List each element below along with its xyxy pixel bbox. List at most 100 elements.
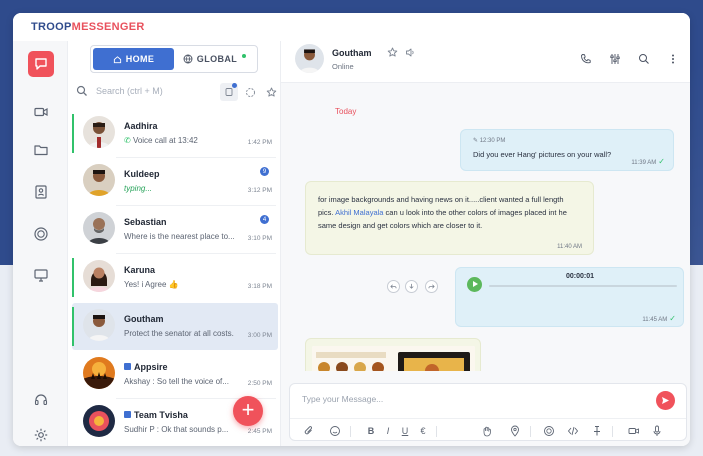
channel-icon xyxy=(34,227,48,241)
sticker-button[interactable] xyxy=(480,424,494,438)
rail-files-button[interactable] xyxy=(28,137,54,163)
rail-settings-button[interactable] xyxy=(28,422,54,446)
pin-button[interactable] xyxy=(590,424,604,438)
online-bar xyxy=(72,307,74,346)
contact-preview: typing... xyxy=(124,184,153,193)
image-message-bubble[interactable] xyxy=(305,338,481,371)
underline-button[interactable]: U xyxy=(398,424,412,438)
contact-item-sebastian[interactable]: Sebastian Where is the nearest place to.… xyxy=(72,206,278,253)
message-bubble-outgoing[interactable]: ✎ 12:30 PM Did you ever Hang' pictures o… xyxy=(460,129,674,171)
contact-name: Appsire xyxy=(124,362,168,372)
unread-badge: 4 xyxy=(260,215,269,224)
emoji-button[interactable] xyxy=(328,424,342,438)
star-icon xyxy=(266,87,276,97)
audio-progress-track[interactable] xyxy=(489,285,677,287)
contact-item-karuna[interactable]: Karuna Yes! i Agree 👍 3:18 PM xyxy=(72,254,278,301)
video-message-button[interactable] xyxy=(627,424,641,438)
location-pin-icon xyxy=(511,425,519,437)
recent-filter-button[interactable] xyxy=(241,83,259,101)
sliders-icon xyxy=(610,54,620,64)
call-button[interactable] xyxy=(577,50,595,68)
contact-name: Aadhira xyxy=(124,121,158,131)
online-dot xyxy=(242,54,247,58)
divider xyxy=(290,418,686,419)
reply-button[interactable] xyxy=(387,280,400,293)
headset-icon xyxy=(34,394,48,406)
contact-item-kuldeep[interactable]: Kuldeep typing... 9 3:12 PM xyxy=(72,158,278,205)
chat-title[interactable]: Goutham xyxy=(332,48,372,58)
online-bar xyxy=(72,258,74,297)
avatar xyxy=(83,164,115,196)
contact-name: Karuna xyxy=(124,265,156,275)
favorite-star-icon[interactable] xyxy=(387,47,398,58)
chat-status: Online xyxy=(332,62,354,71)
message-list: Today ✎ 12:30 PM Did you ever Hang' pict… xyxy=(281,83,690,371)
audio-message-bubble[interactable]: 00:00:01 11:45 AM ✓ xyxy=(455,267,684,327)
tab-global[interactable]: GLOBAL xyxy=(174,48,255,70)
message-text: for image backgrounds and having news on… xyxy=(318,195,567,230)
mention-button[interactable] xyxy=(542,424,556,438)
message-time: 11:40 AM xyxy=(557,244,582,250)
contact-item-aadhira[interactable]: Aadhira ✆ Voice call at 13:42 1:42 PM xyxy=(72,110,278,157)
divider xyxy=(436,426,437,437)
tab-home-label: HOME xyxy=(125,54,155,64)
rail-channels-button[interactable] xyxy=(28,221,54,247)
app-window: TROOPMESSENGER HOME GLOBAL Search (ctrl … xyxy=(13,13,690,446)
rail-contacts-button[interactable] xyxy=(28,179,54,205)
shared-image[interactable] xyxy=(312,346,475,371)
contact-time: 2:45 PM xyxy=(247,428,272,435)
chat-avatar[interactable] xyxy=(295,44,324,73)
hand-icon xyxy=(483,426,491,437)
chat-search-button[interactable] xyxy=(635,50,653,68)
app-logo: TROOPMESSENGER xyxy=(31,21,145,33)
message-composer: Type your Message... B I U € xyxy=(289,383,687,441)
search-bar[interactable]: Search (ctrl + M) xyxy=(74,81,280,103)
mute-icon[interactable] xyxy=(405,47,416,58)
chat-header: Goutham Online xyxy=(281,41,690,83)
location-button[interactable] xyxy=(508,424,522,438)
message-bubble-incoming[interactable]: for image backgrounds and having news on… xyxy=(305,181,594,255)
circle-icon xyxy=(544,426,554,436)
settings-icon xyxy=(34,428,48,442)
new-chat-button[interactable]: + xyxy=(233,396,263,426)
message-time: 11:39 AM ✓ xyxy=(631,157,665,166)
italic-button[interactable]: I xyxy=(381,424,395,438)
contact-preview: ✆ Voice call at 13:42 xyxy=(124,136,198,145)
mention-link[interactable]: Akhil Malayala xyxy=(335,208,383,217)
contact-item-goutham[interactable]: Goutham Protect the senator at all costs… xyxy=(72,303,278,350)
unread-filter-button[interactable] xyxy=(220,83,238,101)
play-icon[interactable] xyxy=(467,277,482,292)
scope-tabs: HOME GLOBAL xyxy=(90,45,258,73)
contact-preview: Protect the senator at all costs. xyxy=(124,329,234,338)
rail-support-button[interactable] xyxy=(28,387,54,413)
rail-screen-button[interactable] xyxy=(28,262,54,288)
voice-message-button[interactable] xyxy=(650,424,664,438)
avatar xyxy=(83,405,115,437)
rail-video-button[interactable] xyxy=(28,99,54,125)
code-button[interactable] xyxy=(566,424,580,438)
attach-button[interactable] xyxy=(302,424,316,438)
search-icon xyxy=(76,85,87,96)
message-time: 11:45 AM ✓ xyxy=(642,314,676,323)
forward-button[interactable] xyxy=(425,280,438,293)
avatar xyxy=(83,260,115,292)
send-button[interactable] xyxy=(656,391,675,410)
rail-chat-button[interactable] xyxy=(28,51,54,77)
strikethrough-button[interactable]: € xyxy=(416,424,430,438)
contact-preview: Where is the nearest place to... xyxy=(124,232,235,241)
contact-time: 3:12 PM xyxy=(247,187,272,194)
starred-filter-button[interactable] xyxy=(262,83,280,101)
smiley-icon xyxy=(330,426,340,436)
contact-time: 3:00 PM xyxy=(247,332,272,339)
audio-duration: 00:00:01 xyxy=(566,273,595,280)
download-button[interactable] xyxy=(405,280,418,293)
message-input[interactable]: Type your Message... xyxy=(302,394,383,404)
tab-home[interactable]: HOME xyxy=(93,48,174,70)
chat-settings-button[interactable] xyxy=(606,50,624,68)
read-receipt-icon: ✓ xyxy=(669,314,676,323)
phone-icon xyxy=(581,54,591,64)
bold-button[interactable]: B xyxy=(364,424,378,438)
avatar xyxy=(83,212,115,244)
more-options-button[interactable] xyxy=(664,50,682,68)
contact-item-appsire[interactable]: Appsire Akshay : So tell the voice of...… xyxy=(72,351,278,398)
